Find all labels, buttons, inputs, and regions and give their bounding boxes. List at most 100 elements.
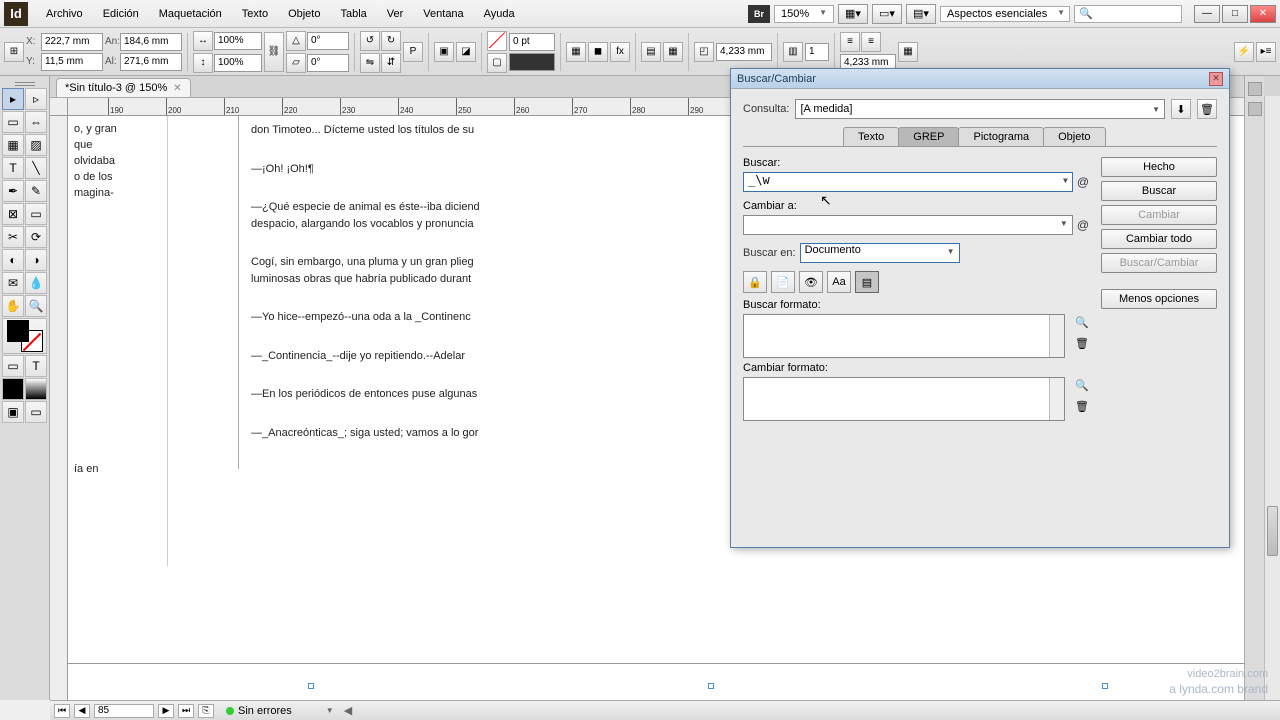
selection-handles[interactable]	[308, 686, 1108, 698]
ruler-origin[interactable]	[50, 98, 68, 116]
menu-ayuda[interactable]: Ayuda	[474, 4, 525, 24]
next-page-icon[interactable]: ▶	[158, 704, 174, 718]
pen-tool[interactable]: ✒	[2, 180, 24, 202]
fewer-options-button[interactable]: Menos opciones	[1101, 289, 1217, 309]
right-panels[interactable]	[1244, 76, 1264, 700]
content-placer-tool[interactable]: ▨	[25, 134, 47, 156]
master-pages-icon[interactable]: Aa	[827, 271, 851, 293]
flip-h-icon[interactable]: ⇋	[360, 53, 380, 73]
view-options-icon[interactable]: ▦▾	[838, 4, 868, 24]
bridge-icon[interactable]: Br	[748, 5, 770, 23]
paragraph-icon[interactable]: P	[403, 42, 423, 62]
rotate-cw-icon[interactable]: ↻	[381, 31, 401, 51]
menu-tabla[interactable]: Tabla	[330, 4, 376, 24]
vertical-scrollbar[interactable]	[1264, 96, 1280, 700]
minimize-button[interactable]: —	[1194, 5, 1220, 23]
menu-objeto[interactable]: Objeto	[278, 4, 330, 24]
find-change-button[interactable]: Buscar/Cambiar	[1101, 253, 1217, 273]
align-top-icon[interactable]: ≡	[840, 32, 860, 52]
selection-tool[interactable]: ▸	[2, 88, 24, 110]
fill-icon[interactable]	[487, 31, 507, 51]
corner-options-icon[interactable]: ◰	[694, 42, 714, 62]
pencil-tool[interactable]: ✎	[25, 180, 47, 202]
tab-grep[interactable]: GREP	[898, 127, 959, 146]
stroke-icon[interactable]: ▢	[487, 53, 507, 73]
special-chars-change-icon[interactable]: @	[1077, 218, 1089, 232]
dialog-close-icon[interactable]: ✕	[1209, 72, 1223, 86]
close-button[interactable]: ✕	[1250, 5, 1276, 23]
wrap-bounding-icon[interactable]: ▦	[663, 42, 683, 62]
arrange-icon[interactable]: ▤▾	[906, 4, 936, 24]
corner-radius-input[interactable]: 4,233 mm	[716, 43, 772, 61]
wrap-none-icon[interactable]: ▤	[641, 42, 661, 62]
change-all-button[interactable]: Cambiar todo	[1101, 229, 1217, 249]
footnotes-icon[interactable]: ▤	[855, 271, 879, 293]
dialog-titlebar[interactable]: Buscar/Cambiar ✕	[731, 69, 1229, 89]
select-container-icon[interactable]: ▣	[434, 42, 454, 62]
zoom-tool[interactable]: 🔍	[25, 295, 47, 317]
rectangle-frame-tool[interactable]: ⊠	[2, 203, 24, 225]
rectangle-tool[interactable]: ▭	[25, 203, 47, 225]
menu-edicion[interactable]: Edición	[93, 4, 149, 24]
document-tab[interactable]: *Sin título-3 @ 150% ✕	[56, 78, 191, 97]
menu-ventana[interactable]: Ventana	[413, 4, 473, 24]
open-icon[interactable]: ⎘	[198, 704, 214, 718]
height-input[interactable]: 271,6 mm	[120, 53, 182, 71]
query-select[interactable]: [A medida]	[795, 99, 1165, 119]
normal-view-icon[interactable]: ▣	[2, 401, 24, 423]
quick-apply-icon[interactable]: ⚡	[1234, 42, 1254, 62]
close-tab-icon[interactable]: ✕	[173, 83, 181, 94]
done-button[interactable]: Hecho	[1101, 157, 1217, 177]
gradient-feather-tool[interactable]: ◑	[25, 249, 47, 271]
rotate-ccw-icon[interactable]: ↺	[360, 31, 380, 51]
flip-v-icon[interactable]: ⇵	[381, 53, 401, 73]
change-button[interactable]: Cambiar	[1101, 205, 1217, 225]
y-position-input[interactable]: 11,5 mm	[41, 53, 103, 71]
workspace-selector[interactable]: Aspectos esenciales	[940, 6, 1070, 22]
scrollbar-thumb[interactable]	[1267, 506, 1278, 556]
constrain-icon[interactable]: ⛓	[264, 32, 284, 72]
search-in-select[interactable]: Documento	[800, 243, 960, 263]
hidden-layers-icon[interactable]: 👁	[799, 271, 823, 293]
shear-input[interactable]: 0°	[307, 54, 349, 72]
find-button[interactable]: Buscar	[1101, 181, 1217, 201]
columns-input[interactable]: 1	[805, 43, 829, 61]
delete-query-icon[interactable]: 🗑	[1197, 99, 1217, 119]
vertical-ruler[interactable]	[50, 116, 68, 700]
tab-objeto[interactable]: Objeto	[1043, 127, 1105, 146]
rotate-input[interactable]: 0°	[307, 32, 349, 50]
align-middle-icon[interactable]: ≡	[861, 32, 881, 52]
screen-mode-icon[interactable]: ▭▾	[872, 4, 902, 24]
select-content-icon[interactable]: ◪	[456, 42, 476, 62]
gradient-swatch-tool[interactable]: ◐	[2, 249, 24, 271]
save-query-icon[interactable]: ⬇	[1171, 99, 1191, 119]
reference-point-icon[interactable]: ⊞	[4, 42, 24, 62]
type-tool[interactable]: T	[2, 157, 24, 179]
first-page-icon[interactable]: ⏮	[54, 704, 70, 718]
width-input[interactable]: 184,6 mm	[120, 33, 182, 51]
fx-icon[interactable]: fx	[610, 42, 630, 62]
page-number-input[interactable]: 85	[94, 704, 154, 718]
apply-black-icon[interactable]	[2, 378, 24, 400]
menu-archivo[interactable]: Archivo	[36, 4, 93, 24]
effects-icon[interactable]: ▦	[566, 42, 586, 62]
find-format-box[interactable]	[743, 314, 1065, 358]
apply-text-icon[interactable]: T	[25, 355, 47, 377]
clear-change-format-icon[interactable]: 🗑	[1075, 400, 1089, 413]
line-tool[interactable]: ╲	[25, 157, 47, 179]
preview-view-icon[interactable]: ▭	[25, 401, 47, 423]
stroke-style-input[interactable]	[509, 53, 555, 71]
prev-page-icon[interactable]: ◀	[74, 704, 90, 718]
specify-change-format-icon[interactable]: 🔍	[1075, 379, 1089, 392]
panel-menu-icon[interactable]: ▸≡	[1256, 42, 1276, 62]
scale-y-input[interactable]: 100%	[214, 54, 262, 72]
apply-color-icon[interactable]: ▭	[2, 355, 24, 377]
locked-layers-icon[interactable]: 🔒	[743, 271, 767, 293]
stroke-weight-input[interactable]: 0 pt	[509, 33, 555, 51]
scissors-tool[interactable]: ✂	[2, 226, 24, 248]
gap-tool[interactable]: ⇔	[25, 111, 47, 133]
change-input[interactable]	[743, 215, 1073, 235]
free-transform-tool[interactable]: ⟳	[25, 226, 47, 248]
clear-find-format-icon[interactable]: 🗑	[1075, 337, 1089, 350]
locked-stories-icon[interactable]: 📄	[771, 271, 795, 293]
